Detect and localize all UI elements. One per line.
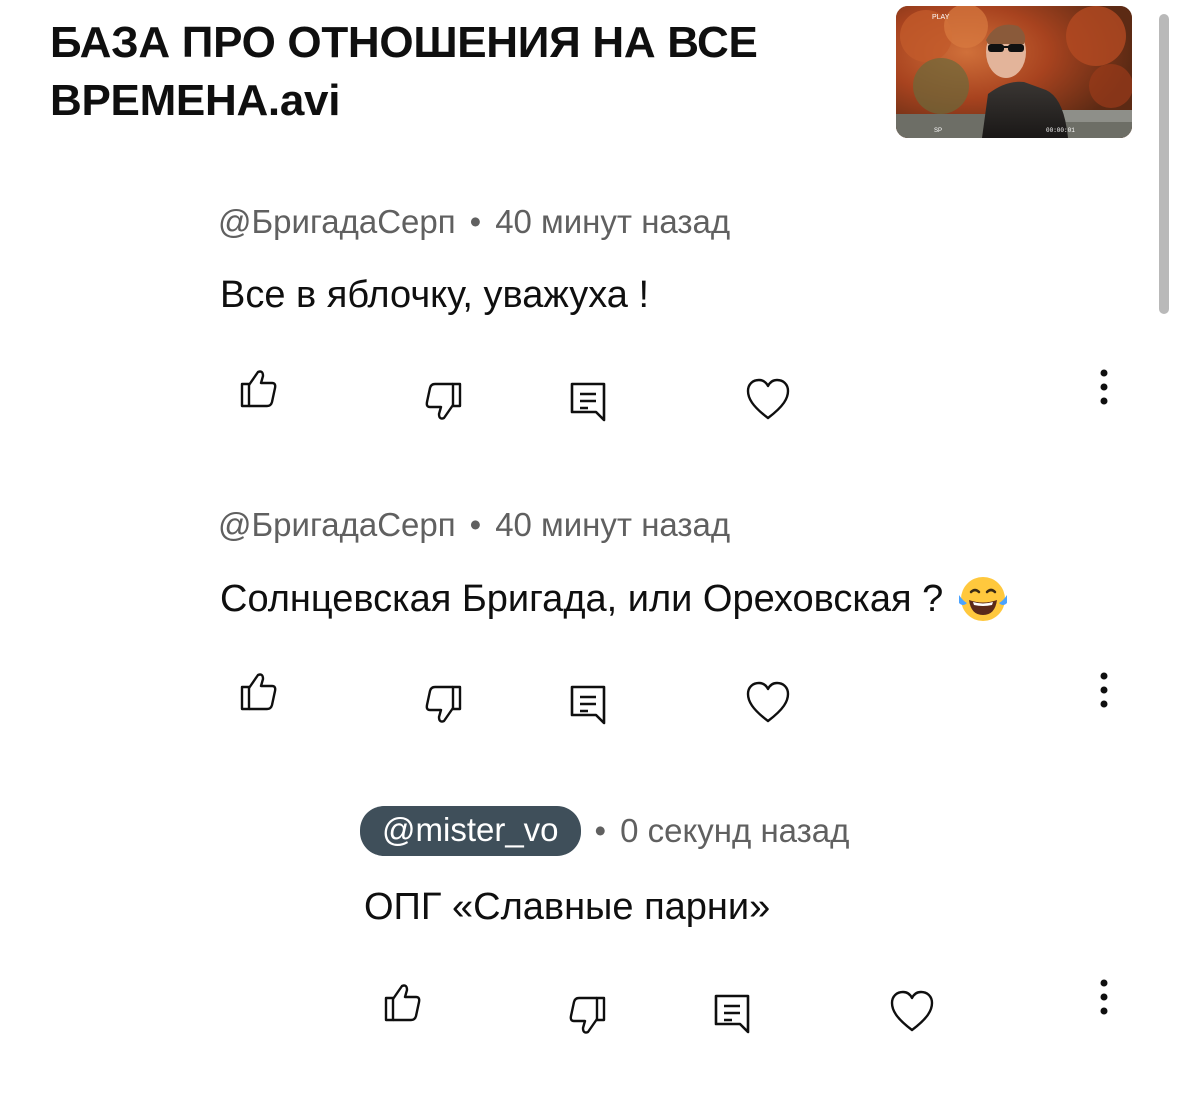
comment-text: ОПГ «Славные парни» (364, 884, 770, 930)
video-thumbnail[interactable]: PLAY SP 00:00:01 (896, 6, 1132, 138)
thumbnail-timecode: 00:00:01 (1046, 127, 1075, 134)
comment-time: 40 минут назад (495, 203, 731, 240)
thumbnail-osd-left: SP (934, 128, 942, 134)
heart-icon[interactable] (744, 679, 792, 727)
meta-separator: • (469, 203, 482, 240)
comment-text-body: Все в яблочку, уважуха ! (220, 274, 650, 316)
thumbs-up-icon[interactable] (236, 669, 280, 713)
comment-text: Солнцевская Бригада, или Ореховская ? (220, 575, 1009, 623)
thumbs-up-icon[interactable] (236, 366, 280, 410)
comment-meta: @БригадаСерп • 40 минут назад (218, 505, 730, 545)
comment-text-body: ОПГ «Славные парни» (364, 886, 771, 928)
video-title-line-1: БАЗА ПРО ОТНОШЕНИЯ НА ВСЕ (50, 18, 758, 67)
video-title-line-2: ВРЕМЕНА.avi (50, 76, 341, 125)
more-vertical-icon[interactable] (1094, 978, 1114, 1018)
video-title[interactable]: БАЗА ПРО ОТНОШЕНИЯ НА ВСЕ ВРЕМЕНА.avi (50, 14, 850, 130)
comment-time: 0 секунд назад (620, 812, 850, 849)
comment-reply-icon[interactable] (712, 992, 752, 1036)
comment-author[interactable]: @БригадаСерп (218, 202, 456, 242)
more-vertical-icon[interactable] (1094, 671, 1114, 711)
thumbs-down-icon[interactable] (422, 380, 466, 424)
comment-text: Все в яблочку, уважуха ! (220, 272, 649, 318)
thumbs-down-icon[interactable] (422, 683, 466, 727)
comment-item-reply: @mister_vo • 0 секунд назад ОПГ «Славные… (0, 806, 1179, 1106)
thumbs-down-icon[interactable] (566, 994, 610, 1038)
thumbs-up-icon[interactable] (380, 980, 424, 1024)
laughing-tears-emoji-icon (959, 577, 1008, 621)
thumbnail-osd-top: PLAY (932, 14, 950, 21)
comment-item: @БригадаСерп • 40 минут назад Солнцевска… (0, 505, 1179, 805)
comment-reply-icon[interactable] (568, 380, 608, 424)
comment-meta: @mister_vo • 0 секунд назад (360, 806, 849, 856)
comment-meta: @БригадаСерп • 40 минут назад (218, 202, 730, 242)
meta-separator: • (469, 506, 482, 543)
meta-separator: • (594, 812, 607, 849)
comment-author[interactable]: @БригадаСерп (218, 505, 456, 545)
comment-text-body: Солнцевская Бригада, или Ореховская ? (220, 578, 944, 620)
heart-icon[interactable] (744, 376, 792, 424)
comment-item: @БригадаСерп • 40 минут назад Все в ябло… (0, 202, 1179, 502)
more-vertical-icon[interactable] (1094, 368, 1114, 408)
comment-time: 40 минут назад (495, 506, 731, 543)
heart-icon[interactable] (888, 988, 936, 1036)
thumbnail-image: PLAY SP 00:00:01 (896, 6, 1132, 138)
comment-author-highlighted[interactable]: @mister_vo (360, 806, 581, 856)
comment-reply-icon[interactable] (568, 683, 608, 727)
